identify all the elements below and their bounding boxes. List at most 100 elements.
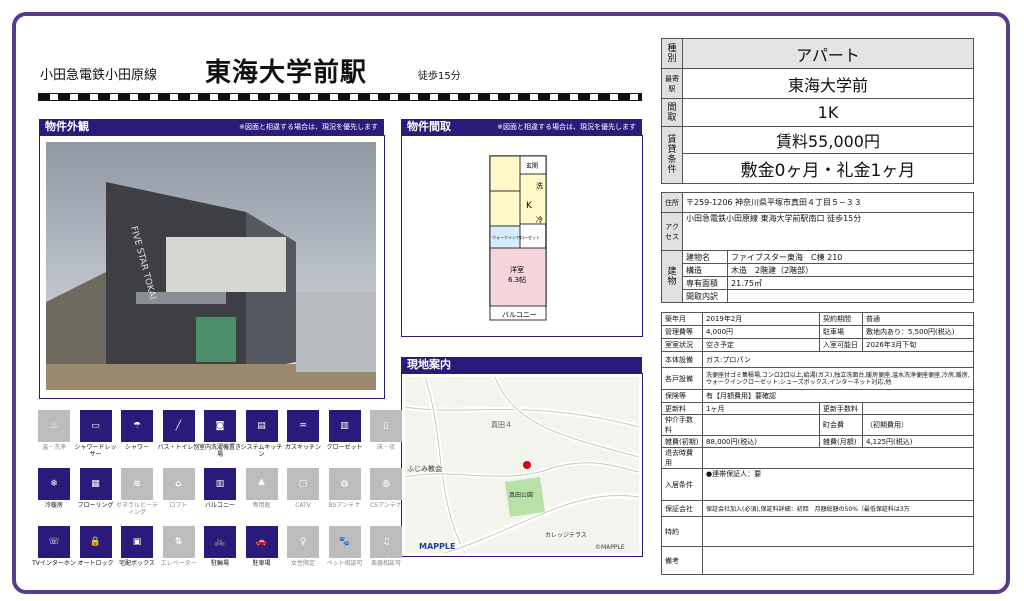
map-park-label: 真田公園 — [509, 491, 533, 499]
breakdown-value — [727, 289, 974, 303]
amenity-7-label: クローゼット — [326, 444, 363, 451]
structure-key: 構造 — [682, 263, 728, 277]
guarantee-label: 保証会社 — [661, 500, 703, 517]
misc-init-value: 88,000円(税込) — [702, 435, 820, 448]
station-label: 最寄駅 — [661, 68, 683, 99]
map-church-label: ふじみ教会 — [407, 464, 442, 473]
room-name: 洋室 — [510, 265, 524, 274]
amenity-5-label: システムキッチン — [240, 444, 283, 458]
movein-label: 入室可能日 — [819, 338, 863, 352]
amenity-10-icon: ▦ — [79, 468, 112, 500]
summary-table: 種別 アパート 最寄駅 東海大学前 間取 1K 賃貸条件 賃料55,000円 敷… — [661, 38, 974, 184]
access-label: アクセス — [661, 212, 683, 251]
movein-value: 2026年3月下旬 — [862, 338, 974, 352]
equip-value: ガス:プロパン — [702, 351, 974, 368]
area-map[interactable]: 真田４ ふじみ教会 真田公園 カレッジテラス MAPPLE ©MAPPLE — [405, 377, 639, 553]
floorplan-note: ※図面と相違する場合は、現況を優先します — [497, 123, 636, 131]
amenity-11-label: ゼネラルヒーティング — [115, 502, 158, 516]
amenity-17-icon: ◍ — [370, 468, 402, 500]
amenity-19-label: オートロック — [77, 560, 114, 567]
renewal-fee-value — [862, 402, 974, 415]
layout-value: 1K — [682, 98, 974, 127]
amenity-6-icon: ♒ — [287, 410, 319, 442]
refund-value — [702, 447, 974, 469]
amenity-2-label: シャワー — [124, 444, 149, 451]
amenity-25-label: ペット相談可 — [326, 560, 363, 567]
misc-init-label: 雑費(初期) — [661, 435, 703, 448]
building-label: 建物 — [661, 250, 683, 303]
insurance-value: 有【月額費用】要確認 — [702, 389, 974, 403]
built-value: 2019年2月 — [702, 312, 820, 326]
amenity-1-icon: ▭ — [79, 410, 112, 442]
features-label: 各戸設備 — [661, 367, 703, 390]
line-name: 小田急電鉄小田原線 — [40, 68, 158, 83]
deposit-value: 敷金0ヶ月・礼金1ヶ月 — [682, 153, 974, 184]
amenity-12-label: ロフト — [169, 502, 188, 509]
amenity-23-label: 駐車場 — [252, 560, 271, 567]
room-entry: 玄関 — [526, 162, 538, 170]
amenity-20-label: 宅配ボックス — [119, 560, 155, 567]
exterior-panel: FIVE STAR TOKAI — [39, 135, 385, 399]
equip-label: 本体設備 — [661, 351, 703, 368]
address-label: 住所 — [661, 192, 683, 213]
amenity-22-icon: 🚲 — [204, 526, 236, 558]
amenity-14-icon: ♣ — [245, 468, 278, 500]
amenity-21-icon: ⇅ — [162, 526, 195, 558]
misc-month-value: 4,125円(税込) — [862, 435, 974, 448]
structure-value: 木造 2階建（2階部） — [727, 263, 974, 277]
room-balcony: バルコニー — [502, 311, 537, 319]
amenity-17-label: CSアンテナ — [370, 502, 402, 509]
exterior-note: ※図面と相違する場合は、現況を優先します — [239, 123, 378, 131]
layout-label: 間取 — [661, 98, 683, 127]
exterior-title-text: 物件外観 — [45, 120, 89, 133]
amenity-15-label: CATV — [295, 502, 311, 509]
map-title-text: 現地案内 — [407, 358, 451, 371]
renewal-value: 1ヶ月 — [702, 402, 820, 415]
amenity-16-label: BSアンテナ — [328, 502, 361, 509]
building-photo: FIVE STAR TOKAI — [46, 142, 376, 390]
floorplan-panel-title: 物件間取 ※図面と相違する場合は、現況を優先します — [401, 119, 642, 135]
amenity-25-icon: 🐾 — [328, 526, 361, 558]
amenity-18-icon: ☏ — [38, 526, 70, 558]
mgmt-value: 4,000円 — [702, 325, 820, 339]
amenity-5-icon: ▤ — [245, 410, 278, 442]
built-label: 築年月 — [661, 312, 703, 326]
conditions-value: ●連帯保証人：要 — [702, 468, 974, 501]
address-value: 〒259-1206 神奈川県平塚市真田４丁目５−３３ — [682, 192, 974, 213]
map-copyright: ©MAPPLE — [595, 544, 625, 551]
parking-label: 駐車場 — [819, 325, 863, 339]
amenity-23-icon: 🚗 — [245, 526, 278, 558]
amenity-6-label: ガスキッチン — [284, 444, 321, 451]
map-terrace-label: カレッジテラス — [545, 532, 587, 539]
special-value — [702, 516, 974, 547]
room-fridge: 冷 — [536, 215, 543, 224]
header-stripe — [38, 93, 642, 101]
amenity-8-icon: ▯ — [370, 410, 402, 442]
building-name-key: 建物名 — [682, 250, 728, 264]
map-panel: 真田４ ふじみ教会 真田公園 カレッジテラス MAPPLE ©MAPPLE — [401, 373, 643, 557]
map-area-label: 真田４ — [491, 420, 512, 429]
refund-label: 退去時費用 — [661, 447, 703, 469]
area-value: 21.75㎡ — [727, 276, 974, 290]
amenity-26-icon: ♫ — [370, 526, 402, 558]
station-name: 東海大学前駅 — [205, 58, 368, 88]
property-type: アパート — [682, 38, 974, 69]
nearest-station: 東海大学前 — [682, 68, 974, 99]
misc-month-label: 雑費(月額) — [819, 435, 863, 448]
floorplan-panel: 玄関 洗 K 冷 ウォークインクローゼット 洋室 6.3帖 バルコニー — [401, 135, 643, 337]
map-brand: MAPPLE — [419, 542, 455, 551]
amenity-19-icon: 🔒 — [79, 526, 112, 558]
town-value: （初期費用） — [862, 414, 974, 436]
features-value: 洗便座付ゴミ集積場,コンロ2口以上,給湯(ガス),独立洗面台,暖房便座,温水洗浄… — [702, 367, 974, 390]
type-label: 種別 — [661, 38, 683, 69]
parking-value: 敷地内あり：5,500円(税込) — [862, 325, 974, 339]
amenity-21-label: エレベーター — [160, 560, 197, 567]
conditions-label: 入居条件 — [661, 468, 703, 501]
renewal-label: 更新料 — [661, 402, 703, 415]
broker-value — [702, 414, 820, 436]
mgmt-label: 管理費等 — [661, 325, 703, 339]
amenity-3-icon: ╱ — [162, 410, 195, 442]
terms-label: 賃貸条件 — [661, 126, 683, 184]
amenity-16-icon: ◍ — [328, 468, 361, 500]
amenity-2-icon: ☂ — [121, 410, 153, 442]
